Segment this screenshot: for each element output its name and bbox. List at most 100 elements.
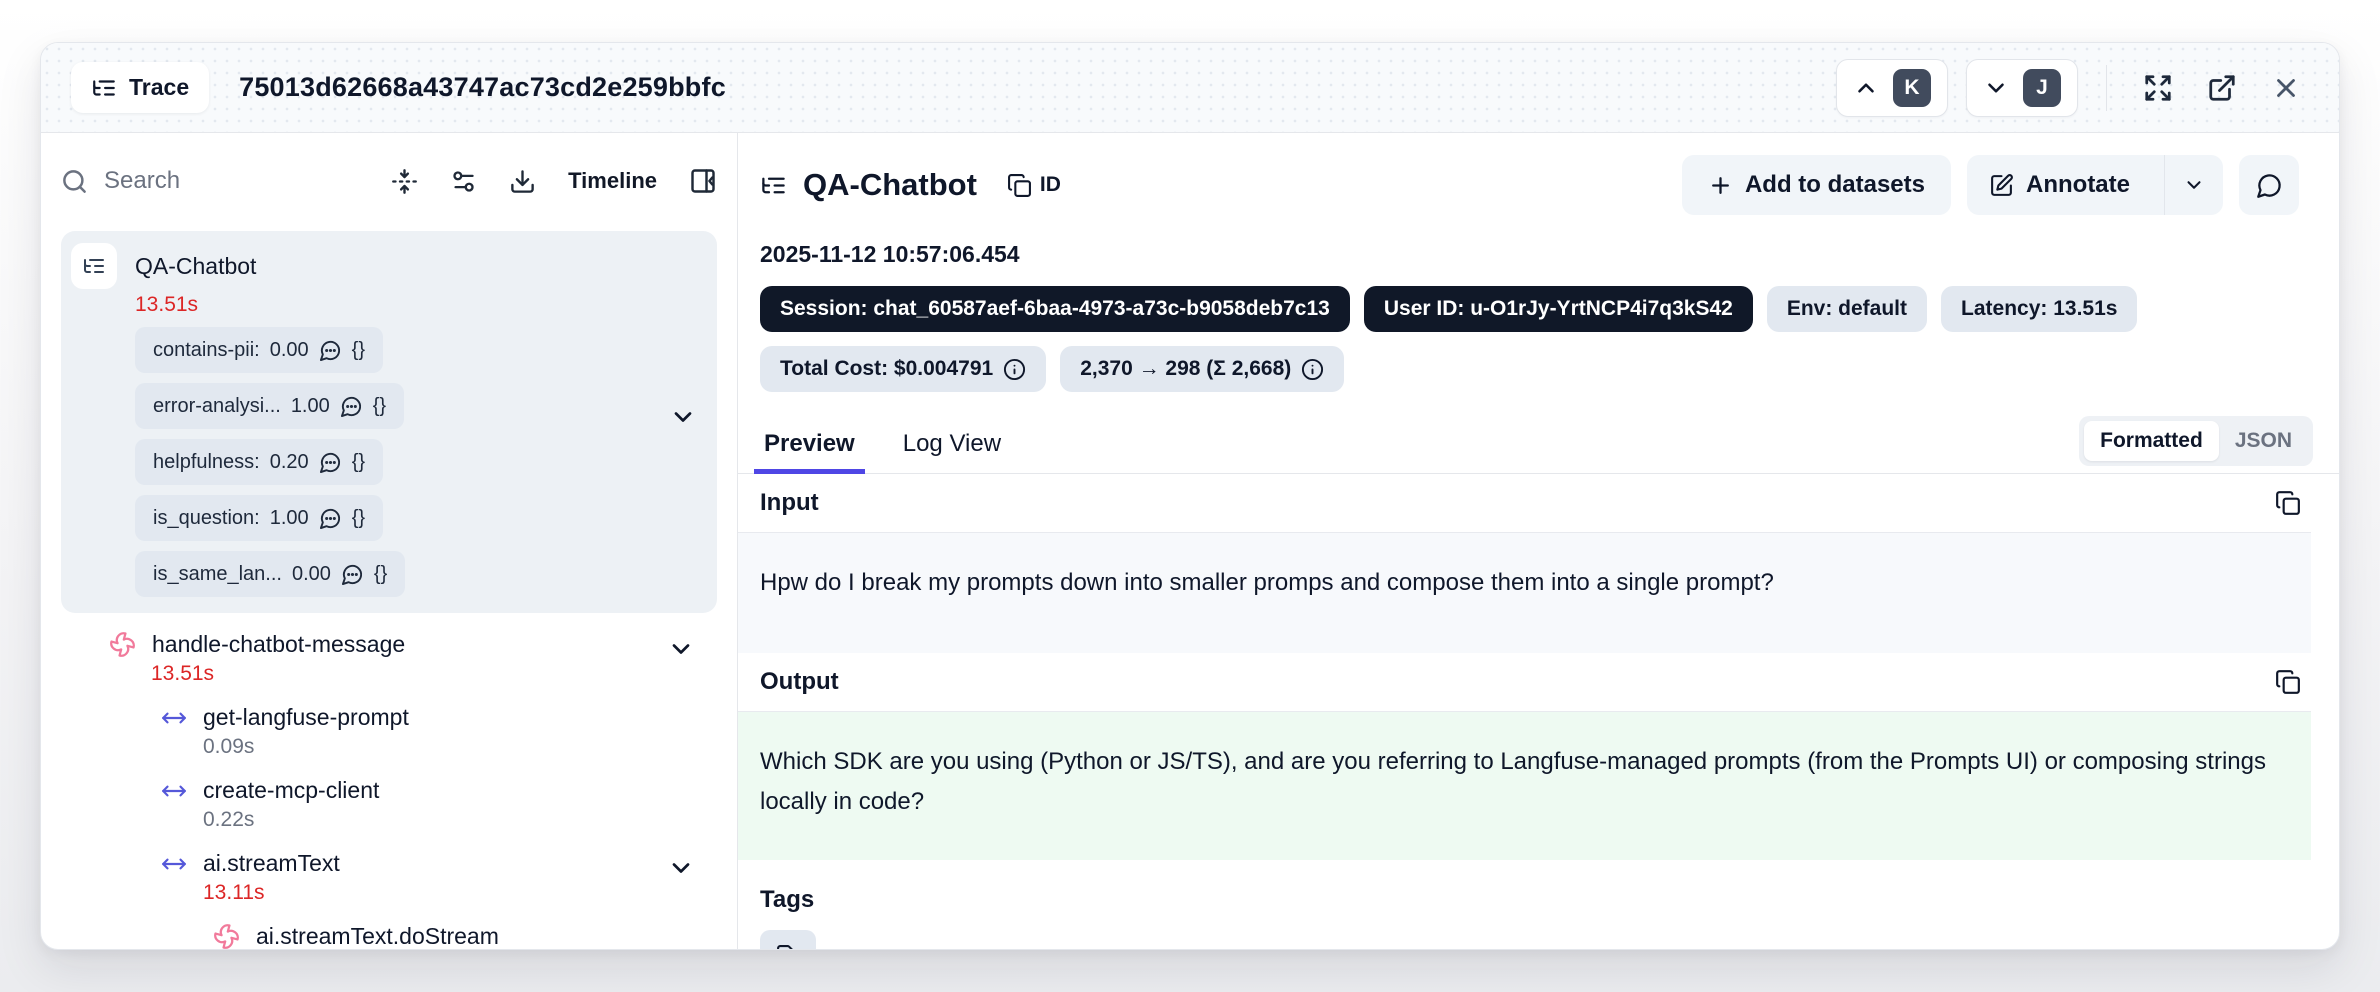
- tree-node-label: QA-Chatbot: [135, 253, 256, 280]
- annotate-button[interactable]: Annotate: [1967, 155, 2223, 215]
- tags-section-title: Tags: [760, 886, 2339, 914]
- sliders-icon: [450, 168, 477, 195]
- score-pill-is-question[interactable]: is_question: 1.00 {}: [135, 495, 383, 541]
- tree-node-qa-chatbot[interactable]: QA-Chatbot: [71, 243, 705, 289]
- token-usage-badge[interactable]: 2,370 → 298 (Σ 2,668): [1060, 346, 1344, 392]
- fold-vertical-icon: [391, 168, 418, 195]
- collapse-panel-button[interactable]: [689, 167, 717, 195]
- tree-node-root-selected[interactable]: QA-Chatbot 13.51s contains-pii: 0.00 {}: [61, 231, 717, 613]
- timeline-toggle[interactable]: Timeline: [568, 168, 657, 194]
- copy-icon: [2275, 490, 2301, 516]
- tree-node-label: ai.streamText.doStream: [256, 923, 499, 950]
- user-id-badge[interactable]: User ID: u-O1rJy-YrtNCP4i7q3kS42: [1364, 286, 1753, 332]
- generation-icon: [109, 631, 136, 658]
- annotate-dropdown-chevron[interactable]: [2164, 155, 2223, 215]
- tree-node-label: get-langfuse-prompt: [203, 704, 409, 731]
- format-option-json[interactable]: JSON: [2219, 421, 2308, 461]
- trace-tree: QA-Chatbot 13.51s contains-pii: 0.00 {}: [61, 231, 717, 950]
- tab-preview[interactable]: Preview: [760, 420, 859, 474]
- span-icon: [161, 705, 187, 731]
- next-trace-button[interactable]: J: [1966, 59, 2078, 117]
- session-badge[interactable]: Session: chat_60587aef-6baa-4973-a73c-b9…: [760, 286, 1350, 332]
- session-badge-label: Session: chat_60587aef-6baa-4973-a73c-b9…: [780, 297, 1330, 321]
- chevron-down-icon: [1983, 75, 2009, 101]
- score-pill-error-analysis[interactable]: error-analysi... 1.00 {}: [135, 383, 404, 429]
- header-separator: [2106, 65, 2107, 111]
- tree-node-get-langfuse-prompt[interactable]: get-langfuse-prompt 0.09s: [161, 704, 717, 759]
- page-title: QA-Chatbot: [803, 167, 977, 203]
- comment-icon: [319, 451, 342, 474]
- score-pill-helpfulness[interactable]: helpfulness: 0.20 {}: [135, 439, 383, 485]
- score-value: 0.00: [292, 563, 331, 586]
- trace-type-chip[interactable]: Trace: [71, 62, 209, 113]
- score-pill-is-same-language[interactable]: is_same_lan... 0.00 {}: [135, 551, 405, 597]
- format-toggle: Formatted JSON: [2079, 416, 2313, 466]
- generation-icon: [213, 923, 240, 950]
- add-tag-button[interactable]: [760, 930, 816, 949]
- trace-id: 75013d62668a43747ac73cd2e259bbfc: [239, 72, 726, 103]
- copy-icon: [2275, 669, 2301, 695]
- search-input[interactable]: Search: [61, 167, 391, 195]
- open-in-new-tab-button[interactable]: [2199, 65, 2245, 111]
- tree-node-duration: 0.09s: [203, 735, 717, 759]
- add-to-datasets-label: Add to datasets: [1745, 171, 1925, 199]
- info-icon: [1301, 358, 1324, 381]
- external-link-icon: [2207, 73, 2237, 103]
- copy-id-button[interactable]: ID: [1007, 173, 1061, 198]
- comments-button[interactable]: [2239, 155, 2299, 215]
- comment-icon: [340, 395, 363, 418]
- score-value: 0.00: [270, 339, 309, 362]
- trace-metadata-badges: Session: chat_60587aef-6baa-4973-a73c-b9…: [760, 286, 2339, 332]
- input-content: Hpw do I break my prompts down into smal…: [738, 532, 2311, 653]
- prev-trace-button[interactable]: K: [1836, 59, 1948, 117]
- trace-peek-dialog: Trace 75013d62668a43747ac73cd2e259bbfc K…: [40, 42, 2340, 950]
- token-usage-label: 2,370 → 298 (Σ 2,668): [1080, 357, 1291, 381]
- tree-node-duration: 0.22s: [203, 808, 717, 832]
- add-to-datasets-button[interactable]: Add to datasets: [1682, 155, 1951, 215]
- tree-node-create-mcp-client[interactable]: create-mcp-client 0.22s: [161, 777, 717, 832]
- comment-icon: [319, 339, 342, 362]
- copy-input-button[interactable]: [2271, 486, 2305, 520]
- span-icon: [161, 778, 187, 804]
- collapse-node-chevron[interactable]: [667, 635, 695, 663]
- search-placeholder: Search: [104, 167, 180, 195]
- format-option-formatted[interactable]: Formatted: [2084, 421, 2219, 461]
- score-label: contains-pii:: [153, 339, 260, 362]
- tree-node-label: ai.streamText: [203, 850, 340, 877]
- list-tree-icon: [760, 172, 787, 199]
- collapse-all-button[interactable]: [391, 168, 418, 195]
- total-cost-badge[interactable]: Total Cost: $0.004791: [760, 346, 1046, 392]
- collapse-node-chevron[interactable]: [669, 403, 697, 431]
- tree-node-ai-streamtext[interactable]: ai.streamText 13.11s: [161, 850, 717, 905]
- trace-type-label: Trace: [129, 74, 189, 101]
- env-badge: Env: default: [1767, 286, 1927, 332]
- tree-node-label: create-mcp-client: [203, 777, 379, 804]
- output-content: Which SDK are you using (Python or JS/TS…: [738, 711, 2311, 860]
- tab-log-view[interactable]: Log View: [899, 420, 1005, 474]
- score-pill-contains-pii[interactable]: contains-pii: 0.00 {}: [135, 327, 383, 373]
- tree-node-duration: 13.51s: [135, 293, 705, 317]
- close-button[interactable]: [2263, 65, 2309, 111]
- trace-timestamp: 2025-11-12 10:57:06.454: [760, 241, 2339, 268]
- trace-detail-panel: QA-Chatbot ID Add to datasets: [738, 133, 2339, 949]
- info-icon: [1003, 358, 1026, 381]
- expand-button[interactable]: [2135, 65, 2181, 111]
- list-tree-icon: [91, 75, 117, 101]
- expand-icon: [2143, 73, 2173, 103]
- copy-output-button[interactable]: [2271, 665, 2305, 699]
- comment-icon: [341, 563, 364, 586]
- dialog-header: Trace 75013d62668a43747ac73cd2e259bbfc K…: [41, 43, 2339, 133]
- tree-settings-button[interactable]: [450, 168, 477, 195]
- tree-node-ai-streamtext-dostream[interactable]: ai.streamText.doStream 13.10s 2,370 → 29…: [213, 923, 717, 950]
- user-id-badge-label: User ID: u-O1rJy-YrtNCP4i7q3kS42: [1384, 297, 1733, 321]
- download-button[interactable]: [509, 168, 536, 195]
- score-value: 0.20: [270, 451, 309, 474]
- collapse-node-chevron[interactable]: [667, 854, 695, 882]
- comment-bubble-icon: [2256, 172, 2283, 199]
- score-label: error-analysi...: [153, 395, 281, 418]
- tag-icon: [776, 944, 801, 950]
- trace-cost-badges: Total Cost: $0.004791 2,370 → 298 (Σ 2,6…: [760, 346, 2339, 392]
- input-section-title: Input: [760, 489, 819, 517]
- tree-node-handle-chatbot-message[interactable]: handle-chatbot-message 13.51s: [109, 631, 717, 686]
- panel-collapse-icon: [689, 167, 717, 195]
